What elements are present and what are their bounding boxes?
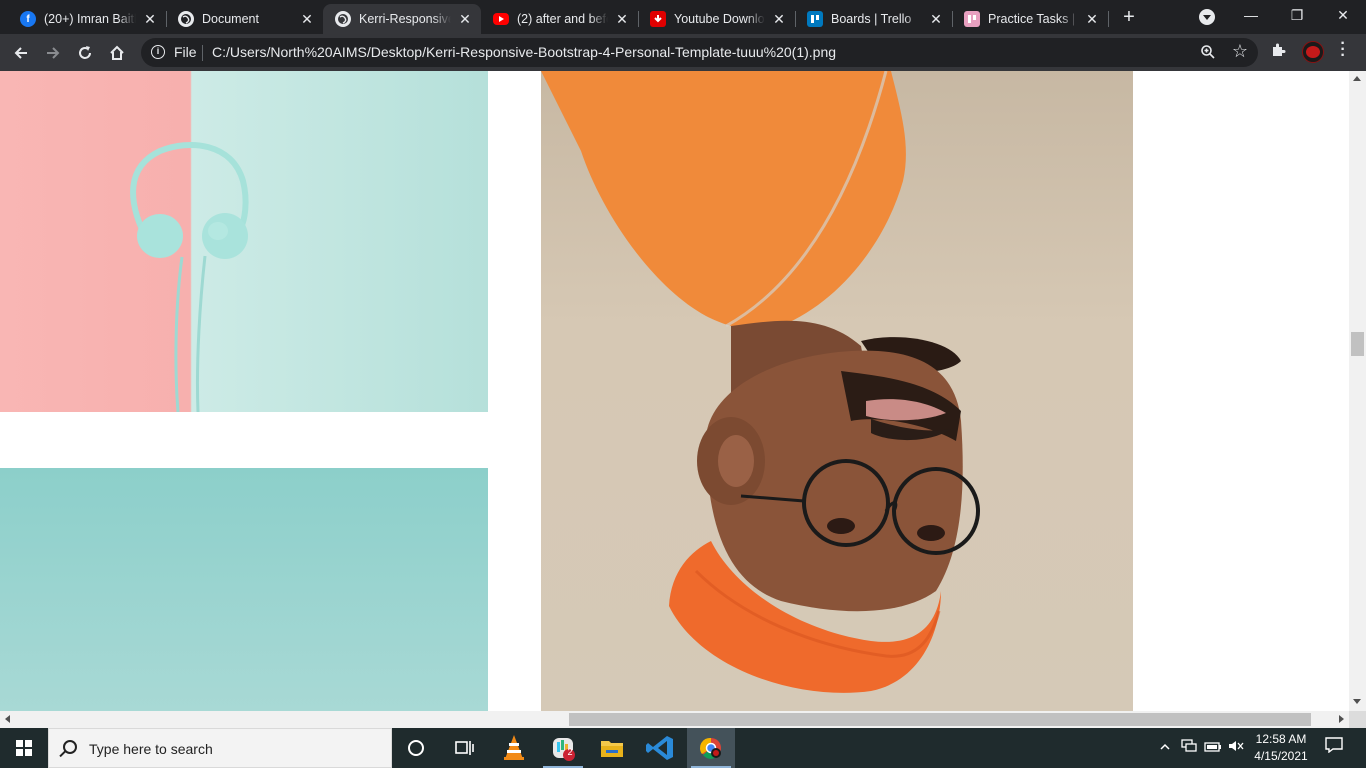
scroll-up-arrow-icon[interactable] xyxy=(1353,76,1361,81)
show-hidden-icons-icon[interactable] xyxy=(1155,728,1175,768)
network-icon[interactable] xyxy=(1178,728,1200,768)
tab-title: Document xyxy=(202,12,259,26)
portrait-image xyxy=(541,71,1133,711)
file-explorer-icon[interactable] xyxy=(588,728,636,768)
windows-start-icon[interactable] xyxy=(0,728,48,768)
teal-image xyxy=(0,468,488,711)
youtube-icon xyxy=(493,13,509,25)
trello-icon xyxy=(964,11,980,27)
trello-icon xyxy=(807,11,823,27)
close-icon[interactable]: ✕ xyxy=(928,11,944,27)
windows-taskbar: Type here to search 2 12:58 AM 4/15/2021 xyxy=(0,728,1366,768)
scroll-left-arrow-icon[interactable] xyxy=(5,715,10,723)
close-icon[interactable]: ✕ xyxy=(299,11,315,27)
maximize-button[interactable]: ❐ xyxy=(1274,0,1320,30)
cortana-icon[interactable] xyxy=(392,728,440,768)
address-bar[interactable]: i File C:/Users/North%20AIMS/Desktop/Ker… xyxy=(141,38,1258,67)
clock-date: 4/15/2021 xyxy=(1254,749,1308,763)
scroll-down-arrow-icon[interactable] xyxy=(1353,699,1361,704)
extensions-icon[interactable] xyxy=(1270,42,1288,60)
headphones-image xyxy=(0,71,488,412)
tab-strip: f (20+) Imran Baith ✕ Document ✕ Kerri-R… xyxy=(0,0,1366,34)
facebook-icon: f xyxy=(20,11,36,27)
tab-trello-boards[interactable]: Boards | Trello ✕ xyxy=(795,4,952,34)
vertical-scroll-thumb[interactable] xyxy=(1351,332,1364,356)
tab-title: (2) after and befo xyxy=(517,12,608,26)
tab-trello-practice[interactable]: Practice Tasks | Tr ✕ xyxy=(952,4,1108,34)
notification-badge: 2 xyxy=(567,747,573,757)
close-icon[interactable]: ✕ xyxy=(1084,11,1100,27)
horizontal-scroll-thumb[interactable] xyxy=(569,713,1311,726)
tab-title: Practice Tasks | Tr xyxy=(988,12,1078,26)
scheme-label: File xyxy=(174,44,197,60)
close-icon[interactable]: ✕ xyxy=(457,11,473,27)
tab-document[interactable]: Document ✕ xyxy=(166,4,323,34)
page-viewport xyxy=(0,71,1349,711)
reload-icon[interactable] xyxy=(72,40,98,66)
search-icon xyxy=(63,740,77,754)
close-window-button[interactable]: ✕ xyxy=(1320,0,1366,30)
clock-time: 12:58 AM xyxy=(1255,732,1307,746)
globe-icon xyxy=(335,11,351,27)
profile-avatar[interactable] xyxy=(1302,41,1324,63)
volume-muted-icon[interactable] xyxy=(1226,728,1246,768)
chrome-icon[interactable] xyxy=(687,728,735,768)
tab-youtube[interactable]: (2) after and befo ✕ xyxy=(481,4,638,34)
vlc-icon[interactable] xyxy=(490,728,538,768)
tab-title: (20+) Imran Baith xyxy=(44,12,136,26)
search-placeholder: Type here to search xyxy=(89,741,213,757)
vscode-icon[interactable] xyxy=(637,728,685,768)
info-icon[interactable]: i xyxy=(151,45,165,59)
url-text[interactable]: C:/Users/North%20AIMS/Desktop/Kerri-Resp… xyxy=(212,44,836,60)
tab-kerri-responsive[interactable]: Kerri-Responsive ✕ xyxy=(323,4,481,34)
tab-facebook[interactable]: f (20+) Imran Baith ✕ xyxy=(8,4,166,34)
scroll-right-arrow-icon[interactable] xyxy=(1339,715,1344,723)
close-icon[interactable]: ✕ xyxy=(771,11,787,27)
notifications-icon[interactable] xyxy=(1320,728,1348,768)
system-clock[interactable]: 12:58 AM 4/15/2021 xyxy=(1246,731,1316,765)
download-icon xyxy=(650,11,666,27)
new-tab-button[interactable]: + xyxy=(1118,6,1140,28)
tab-title: Kerri-Responsive xyxy=(359,12,451,26)
forward-icon[interactable] xyxy=(40,40,66,66)
globe-icon xyxy=(178,11,194,27)
tab-search-icon[interactable] xyxy=(1199,9,1215,25)
battery-icon[interactable] xyxy=(1202,728,1224,768)
menu-icon[interactable]: · · · xyxy=(1336,36,1350,64)
browser-toolbar: i File C:/Users/North%20AIMS/Desktop/Ker… xyxy=(0,34,1366,71)
taskbar-search-input[interactable]: Type here to search xyxy=(48,728,392,768)
task-view-icon[interactable] xyxy=(440,728,488,768)
close-icon[interactable]: ✕ xyxy=(142,11,158,27)
back-icon[interactable] xyxy=(8,40,34,66)
tab-title: Youtube Downloa xyxy=(674,12,765,26)
scroll-corner xyxy=(1349,711,1366,728)
tab-youtube-downloader[interactable]: Youtube Downloa ✕ xyxy=(638,4,795,34)
zoom-icon[interactable] xyxy=(1200,44,1216,60)
close-icon[interactable]: ✕ xyxy=(614,11,630,27)
minimize-button[interactable]: — xyxy=(1228,0,1274,30)
slack-icon[interactable]: 2 xyxy=(539,728,587,768)
vertical-scrollbar[interactable] xyxy=(1349,71,1366,711)
tab-title: Boards | Trello xyxy=(831,12,912,26)
home-icon[interactable] xyxy=(104,40,130,66)
bookmark-star-icon[interactable]: ☆ xyxy=(1232,41,1248,62)
